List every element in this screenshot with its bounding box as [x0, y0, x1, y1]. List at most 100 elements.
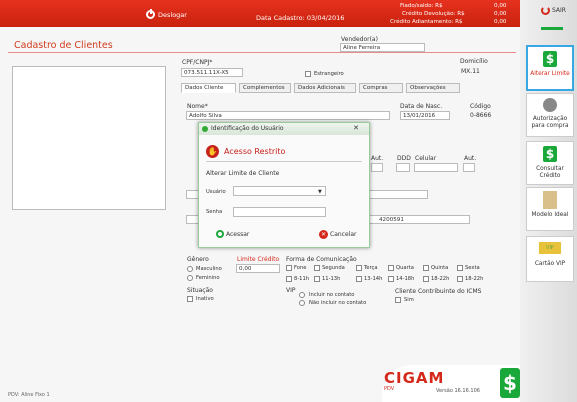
comunicacao-checkbox[interactable] [356, 265, 362, 271]
tab-observacoes[interactable]: Observações [406, 83, 460, 93]
exit-button[interactable]: SAIR [541, 6, 566, 15]
autorizacao-button[interactable]: Autorização para compra [526, 93, 574, 137]
celular-label: Celular [415, 155, 437, 162]
chevron-down-icon: ▼ [318, 189, 322, 195]
domicilio-value: MX.11 [461, 68, 480, 75]
codigo-value: 0-8666 [470, 112, 492, 119]
dollar-icon: $ [543, 146, 557, 162]
cpf-label: CPF/CNPJ* [182, 59, 213, 66]
limite-input[interactable]: 0,00 [236, 264, 280, 273]
comunicacao-label: Forma de Comunicação [286, 256, 357, 263]
ddd-input[interactable] [396, 163, 410, 172]
alterar-limite-button[interactable]: $ Alterar Limite [526, 45, 574, 91]
estrangeiro-label: Estrangeiro [314, 71, 344, 77]
comunicacao-checkbox[interactable] [423, 265, 429, 271]
stat-value: 0,00 [494, 3, 507, 9]
hour-checkbox[interactable] [314, 276, 320, 282]
day-label: Segunda [322, 265, 345, 271]
hour-label: 8-11h [294, 276, 310, 282]
comunicacao-checkbox[interactable] [388, 265, 394, 271]
modelo-ideal-button[interactable]: Modelo Ideal [526, 187, 574, 231]
vip-option: Incluir no contato [309, 292, 355, 298]
limite-label: Limite Crédito [237, 256, 280, 263]
feminino-radio[interactable] [187, 275, 193, 281]
brand-sub: PDV [384, 386, 395, 392]
date-cadastro: Data Cadastro: 03/04/2016 [256, 14, 345, 22]
hand-icon: ✋ [206, 145, 219, 158]
day-label: Quinta [431, 265, 449, 271]
top-bar: Deslogar Data Cadastro: 03/04/2016 Fiado… [0, 0, 520, 27]
hour-label: 18-22h [431, 276, 450, 282]
hour-checkbox[interactable] [286, 276, 292, 282]
hour-checkbox[interactable] [388, 276, 394, 282]
senha-input[interactable] [233, 207, 326, 217]
tab-complementos[interactable]: Complementos [239, 83, 291, 93]
tab-compras[interactable]: Compras [359, 83, 403, 93]
dollar-icon: $ [543, 51, 557, 67]
comunicacao-checkbox[interactable] [286, 265, 292, 271]
book-icon [543, 191, 557, 209]
acessar-button[interactable]: Acessar [216, 230, 249, 238]
icms-label: Cliente Contribuinte do ICMS [395, 288, 482, 295]
title-divider [8, 52, 516, 53]
power-icon [541, 6, 550, 15]
vip-radio[interactable] [299, 300, 305, 306]
vip-option: Não incluir no contato [309, 300, 367, 306]
status-bar: PDV: Aline Fixo 1 [8, 392, 50, 398]
icms-checkbox[interactable] [395, 297, 401, 303]
hour-checkbox[interactable] [423, 276, 429, 282]
inativo-checkbox[interactable] [187, 296, 193, 302]
celular-input[interactable] [414, 163, 458, 172]
tab-dados-cliente[interactable]: Dados Cliente [181, 83, 236, 93]
hour-checkbox[interactable] [356, 276, 362, 282]
aut-input[interactable] [371, 163, 383, 172]
usuario-select[interactable] [233, 186, 326, 196]
cancelar-button[interactable]: ✕ Cancelar [319, 230, 356, 239]
dialog-subtitle: Alterar Limite de Cliente [206, 170, 280, 177]
brand-logo: CIGAM [384, 369, 445, 387]
progress-indicator [541, 27, 563, 30]
comunicacao-checkbox[interactable] [314, 265, 320, 271]
power-icon [146, 9, 155, 19]
logout-button[interactable]: Deslogar [146, 9, 187, 19]
nasc-input[interactable]: 13/01/2016 [400, 111, 450, 120]
vip-card-icon: VIP [539, 242, 561, 254]
cpf-input[interactable]: 073.511.11X-X5 [181, 68, 243, 77]
close-button[interactable]: ✕ [351, 124, 361, 133]
page-title: Cadastro de Clientes [14, 40, 113, 51]
shield-icon [202, 126, 208, 132]
inativo-label: Inativo [196, 296, 214, 302]
user-icon [543, 98, 557, 112]
tab-dados-adicionais[interactable]: Dados Adicionais [294, 83, 356, 93]
masculino-label: Masculino [196, 266, 222, 272]
codigo-label: Código [470, 103, 491, 110]
cancel-icon: ✕ [319, 230, 328, 239]
estrangeiro-checkbox[interactable] [305, 71, 311, 77]
nasc-label: Data de Nasc. [400, 103, 443, 110]
stat-label: Crédito Devolução: R$ [402, 11, 465, 17]
version-text: Versão 16.16.106 [436, 388, 480, 394]
vendedor-input[interactable]: Aline Ferreira [340, 43, 425, 52]
masculino-radio[interactable] [187, 266, 193, 272]
dialog-title: Identificação do Usuário [199, 123, 369, 135]
hour-label: 14-18h [396, 276, 415, 282]
dollar-icon: $ [500, 368, 520, 398]
stat-value: 0,00 [494, 19, 507, 25]
cartao-vip-button[interactable]: VIP Cartão VIP [526, 236, 574, 282]
comunicacao-checkbox[interactable] [457, 265, 463, 271]
day-label: Sexta [465, 265, 480, 271]
usuario-label: Usuário [206, 189, 226, 195]
hour-checkbox[interactable] [457, 276, 463, 282]
nome-input[interactable]: Adolfo Silva [186, 111, 390, 120]
stat-label: Crédito Adiantamento: R$ [390, 19, 463, 25]
login-dialog: Identificação do Usuário ✕ ✋ Acesso Restr… [198, 122, 370, 248]
consultar-credito-button[interactable]: $ Consultar Crédito [526, 141, 574, 185]
vip-label: VIP [286, 287, 296, 294]
icms-option: Sim [404, 297, 414, 303]
vip-radio[interactable] [299, 292, 305, 298]
senha-label: Senha [206, 209, 223, 215]
day-label: Terça [364, 265, 378, 271]
aut2-input[interactable] [463, 163, 475, 172]
power-icon [216, 230, 224, 238]
aut-label: Aut. [371, 155, 384, 162]
